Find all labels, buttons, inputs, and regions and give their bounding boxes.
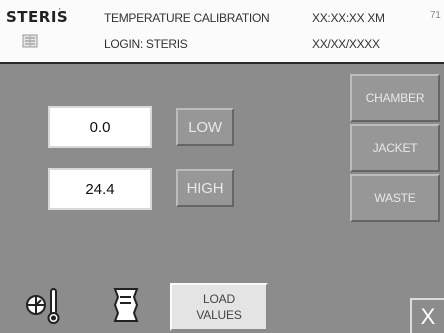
jacket-button[interactable]: JACKET [350, 124, 440, 172]
logo-tick: ' [59, 7, 61, 16]
low-button[interactable]: LOW [176, 108, 234, 146]
chamber-button[interactable]: CHAMBER [350, 74, 440, 122]
load-values-line1: LOAD [203, 292, 235, 306]
steris-logo-icon [22, 34, 38, 48]
thermometer-gauge-icon[interactable] [22, 283, 66, 327]
header-bar: STERIS ' TEMPERATURE CALIBRATION XX:XX:X… [0, 0, 444, 64]
document-scroll-icon[interactable] [106, 283, 146, 327]
corner-number: 71 [430, 10, 441, 21]
waste-button[interactable]: WASTE [350, 174, 440, 222]
screen-title: TEMPERATURE CALIBRATION [104, 11, 270, 25]
high-value-field[interactable]: 24.4 [48, 168, 152, 210]
close-button[interactable]: X [410, 298, 444, 333]
low-value-field[interactable]: 0.0 [48, 106, 152, 148]
load-values-button[interactable]: LOAD VALUES [170, 283, 268, 331]
high-button[interactable]: HIGH [176, 169, 234, 207]
time-display: XX:XX:XX XM [312, 11, 385, 25]
load-values-line2: VALUES [196, 308, 242, 322]
login-label: LOGIN: STERIS [104, 37, 188, 51]
date-display: XX/XX/XXXX [312, 37, 380, 51]
close-icon: X [420, 303, 436, 329]
